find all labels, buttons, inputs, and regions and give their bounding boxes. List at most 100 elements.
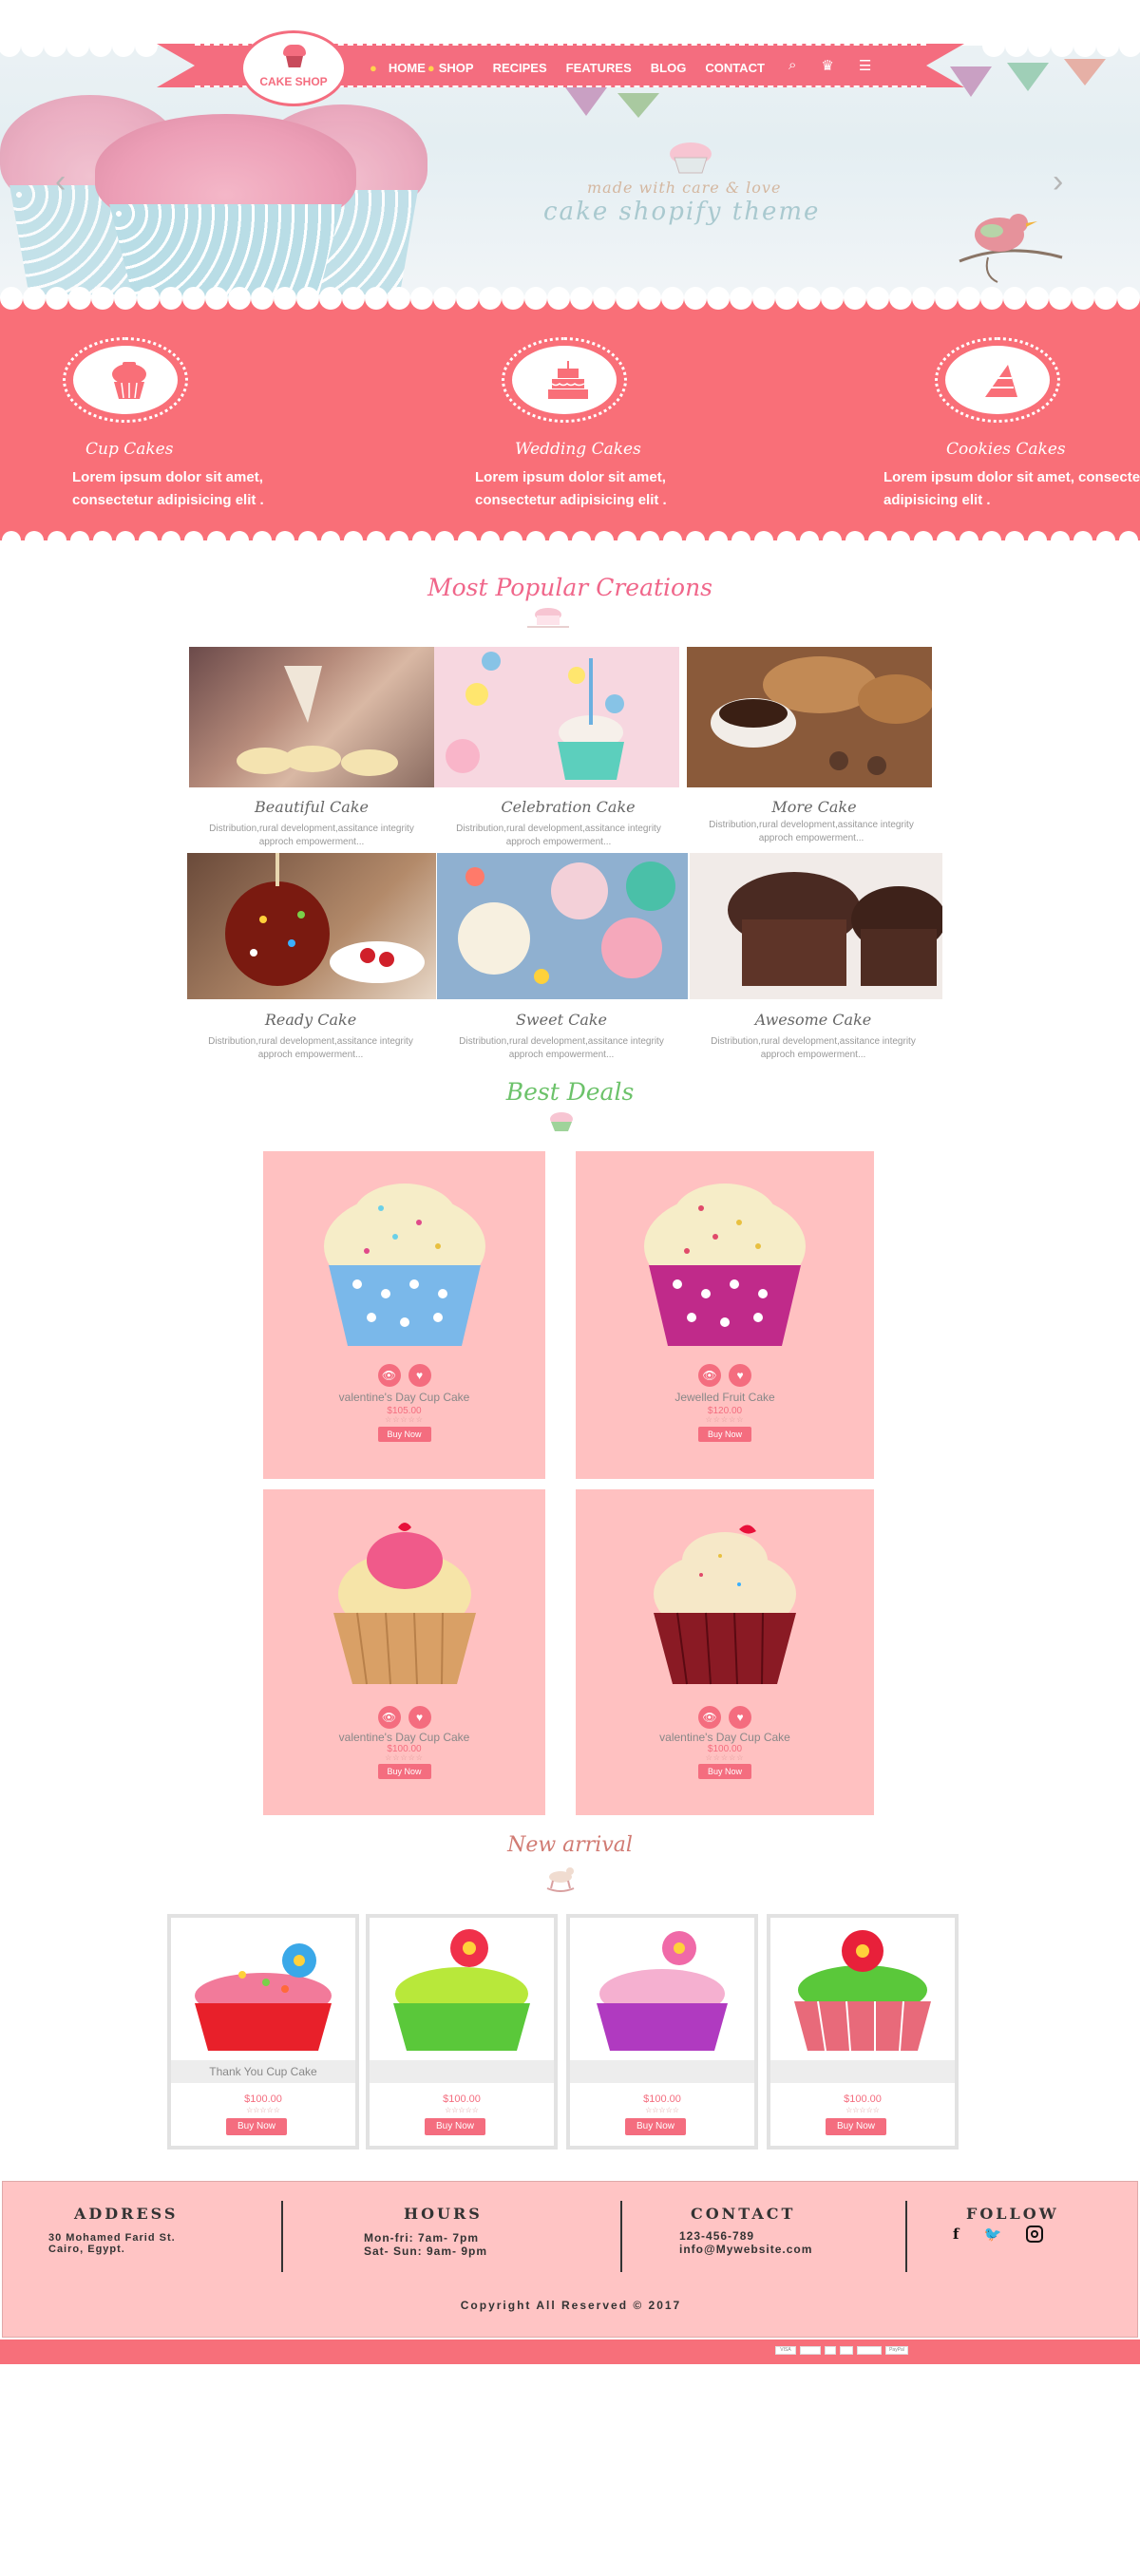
nav-shop[interactable]: SHOP <box>429 61 484 75</box>
wishlist-heart-icon[interactable]: ♥ <box>729 1706 751 1729</box>
cake-slice-icon <box>985 365 1017 397</box>
copyright: Copyright All Reserved © 2017 <box>460 2299 682 2312</box>
deal-actions: 👁 ♥ <box>263 1706 545 1729</box>
cupcake-icon <box>112 362 146 399</box>
logo[interactable]: CAKE SHOP <box>240 30 347 106</box>
buy-now-button[interactable]: Buy Now <box>377 1764 431 1779</box>
popular-item-desc: Distribution,rural development,assitance… <box>709 820 914 843</box>
mini-cake-icon <box>527 608 569 628</box>
popular-image-more-cake[interactable] <box>687 647 932 787</box>
feature-desc: Lorem ipsum dolor sit amet, consectetur … <box>475 469 667 508</box>
footer-hours-line: Sat- Sun: 9am- 9pm <box>364 2245 488 2258</box>
crown-icon[interactable]: ♛ <box>821 57 833 74</box>
rocking-horse-icon <box>546 1867 575 1892</box>
arrival-card[interactable]: Thank You Cup Cake $100.00 ☆☆☆☆☆ Buy Now <box>167 1914 359 2150</box>
arrival-cupcake-image <box>393 1929 530 2051</box>
deal-name: valentine's Day Cup Cake <box>659 1731 790 1744</box>
buy-now-button[interactable]: Buy Now <box>697 1427 752 1442</box>
buy-now-button[interactable]: Buy Now <box>377 1427 431 1442</box>
instagram-icon[interactable] <box>1026 2226 1044 2243</box>
feature-badge <box>63 337 188 423</box>
deal-cupcake-image <box>332 1523 476 1685</box>
logo-text: CAKE SHOP <box>259 75 328 88</box>
buy-now-button[interactable]: Buy Now <box>697 1764 752 1779</box>
facebook-icon[interactable]: f <box>953 2226 959 2243</box>
popular-image-celebration-cake[interactable] <box>434 647 679 787</box>
prev-slide-arrow-icon[interactable]: ‹ <box>55 163 66 200</box>
payment-card-icon <box>825 2346 836 2355</box>
arrival-card[interactable]: $100.00 ☆☆☆☆☆ Buy Now <box>366 1914 558 2150</box>
nav-recipes[interactable]: RECIPES <box>484 61 557 75</box>
nav-dot-icon: ● <box>370 61 377 75</box>
hero-cupcake-front <box>95 114 356 313</box>
features-bottom-scallop <box>0 531 1140 554</box>
search-icon[interactable]: ⌕ <box>788 57 796 74</box>
popular-item-title: Awesome Cake <box>754 1011 872 1029</box>
bunting-flag <box>1064 59 1106 85</box>
arrival-card[interactable]: $100.00 ☆☆☆☆☆ Buy Now <box>566 1914 758 2150</box>
nav-blog[interactable]: BLOG <box>641 61 696 75</box>
footer-hours-title: HOURS <box>404 2205 483 2223</box>
popular-image-beautiful-cake[interactable] <box>189 647 434 787</box>
arrival-card[interactable]: $100.00 ☆☆☆☆☆ Buy Now <box>767 1914 959 2150</box>
feature-badge <box>935 337 1060 423</box>
footer-follow-title: FOLLOW <box>966 2205 1059 2223</box>
footer-phone[interactable]: 123-456-789 <box>679 2229 754 2244</box>
payment-card-icon <box>857 2346 882 2355</box>
buy-now-button[interactable]: Buy Now <box>826 2118 886 2135</box>
popular-item-desc: Distribution,rural development,assitance… <box>209 824 414 847</box>
nav-features[interactable]: FEATURES <box>557 61 641 75</box>
popular-item-desc: Distribution,rural development,assitance… <box>208 1036 413 1060</box>
menu-icon[interactable]: ☰ <box>859 57 871 74</box>
popular-item-title: Celebration Cake <box>501 798 636 816</box>
quick-view-eye-icon[interactable]: 👁 <box>377 1364 401 1387</box>
deal-actions: 👁 ♥ <box>576 1706 874 1729</box>
popular-item-title: Beautiful Cake <box>255 798 369 816</box>
arrival-name: Thank You Cup Cake <box>171 2060 355 2083</box>
quick-view-eye-icon[interactable]: 👁 <box>377 1706 401 1729</box>
quick-view-eye-icon[interactable]: 👁 <box>698 1706 721 1729</box>
wedding-cake-icon <box>548 361 588 399</box>
feature-wedding-cakes: Wedding Cakes Lorem ipsum dolor sit amet… <box>475 337 745 512</box>
deal-name: valentine's Day Cup Cake <box>338 1731 470 1744</box>
mastercard-icon <box>840 2346 853 2355</box>
buy-now-button[interactable]: Buy Now <box>226 2118 287 2135</box>
buy-now-button[interactable]: Buy Now <box>625 2118 686 2135</box>
footer-address-title: ADDRESS <box>74 2205 179 2223</box>
deal-actions: 👁 ♥ <box>263 1364 545 1387</box>
quick-view-eye-icon[interactable]: 👁 <box>698 1364 721 1387</box>
social-icons: f 🐦 <box>953 2226 1044 2243</box>
popular-item-title: More Cake <box>771 798 857 816</box>
arrival-cupcake-image <box>597 1931 728 2051</box>
arrival-cupcake-image <box>794 1930 931 2052</box>
wishlist-heart-icon[interactable]: ♥ <box>408 1706 431 1729</box>
deal-card[interactable]: 👁 ♥ valentine's Day Cup Cake $105.00 ☆☆☆☆… <box>263 1151 545 1479</box>
arrival-rating: ☆☆☆☆☆ <box>246 2106 280 2114</box>
popular-image-ready-cake[interactable] <box>187 853 436 999</box>
deal-rating: ☆☆☆☆☆ <box>705 1753 745 1762</box>
hero-banner: CAKE SHOP ● HOME ● SHOP RECIPES FEATURES… <box>0 0 1140 318</box>
deal-card[interactable]: 👁 ♥ valentine's Day Cup Cake $100.00 ☆☆☆☆… <box>576 1489 874 1815</box>
popular-image-awesome-cake[interactable] <box>690 853 942 999</box>
footer-hours-line: Mon-fri: 7am- 7pm <box>364 2231 480 2245</box>
wishlist-heart-icon[interactable]: ♥ <box>729 1364 751 1387</box>
popular-section-title: Most Popular Creations <box>427 574 713 601</box>
logo-cupcake-icon <box>283 45 306 69</box>
deal-name: valentine's Day Cup Cake <box>338 1391 470 1404</box>
popular-image-sweet-cake[interactable] <box>437 853 688 999</box>
nav-contact[interactable]: CONTACT <box>695 61 774 75</box>
footer-email[interactable]: info@Mywebsite.com <box>679 2243 812 2257</box>
deal-card[interactable]: 👁 ♥ valentine's Day Cup Cake $100.00 ☆☆☆☆… <box>263 1489 545 1815</box>
feature-badge <box>502 337 627 423</box>
deal-rating: ☆☆☆☆☆ <box>705 1415 745 1424</box>
arrival-price: $100.00 <box>244 2093 282 2105</box>
deal-cupcake-image <box>644 1184 806 1346</box>
deal-card[interactable]: 👁 ♥ Jewelled Fruit Cake $120.00 ☆☆☆☆☆ Buy… <box>576 1151 874 1479</box>
wishlist-heart-icon[interactable]: ♥ <box>408 1364 431 1387</box>
mini-cupcake-icon <box>670 142 712 174</box>
hero-tagline: made with care & love <box>587 179 782 197</box>
footer-divider <box>620 2201 622 2272</box>
buy-now-button[interactable]: Buy Now <box>425 2118 485 2135</box>
footer-contact-title: CONTACT <box>691 2205 796 2223</box>
twitter-icon[interactable]: 🐦 <box>983 2226 1001 2243</box>
